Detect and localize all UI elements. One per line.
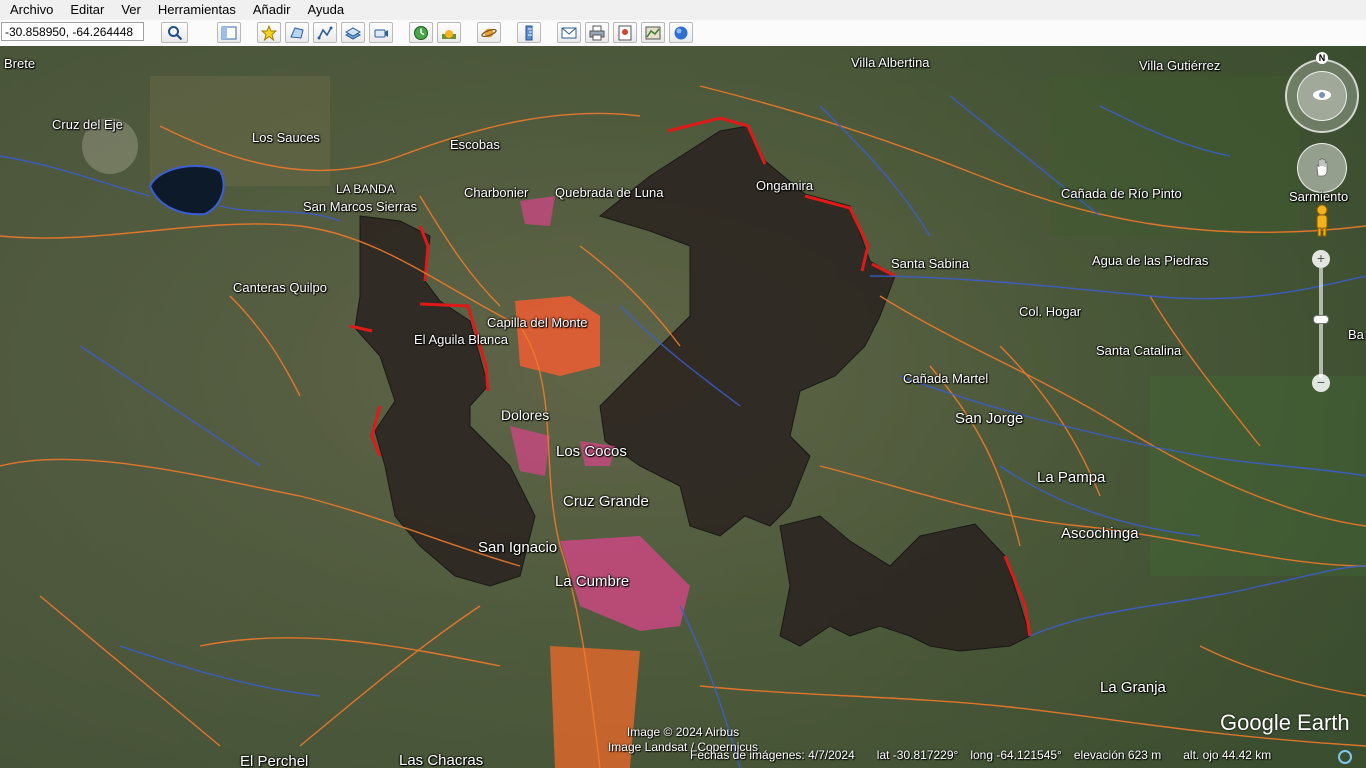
label-villa-albertina: Villa Albertina xyxy=(851,55,930,70)
label-el-perchel: El Perchel xyxy=(240,753,309,768)
google-earth-web-button[interactable] xyxy=(669,22,693,43)
save-image-button[interactable] xyxy=(613,22,637,43)
label-el-aguila-blanca: El Aguila Blanca xyxy=(414,332,508,347)
historical-imagery-button[interactable] xyxy=(409,22,433,43)
label-escobas: Escobas xyxy=(450,137,500,152)
label-quebrada-de-luna: Quebrada de Luna xyxy=(555,185,664,200)
zoom-slider[interactable]: + − xyxy=(1311,250,1331,394)
label-dolores: Dolores xyxy=(501,407,550,423)
label-canada-martel: Cañada Martel xyxy=(903,371,989,386)
record-tour-button[interactable] xyxy=(369,22,393,43)
label-los-cocos: Los Cocos xyxy=(556,443,627,460)
eye-icon xyxy=(1313,90,1331,100)
credit-airbus: Image © 2024 Airbus xyxy=(626,725,740,739)
imagery-date: Fechas de imágenes: 4/7/2024 xyxy=(690,748,855,762)
planets-button[interactable] xyxy=(477,22,501,43)
street-view-pegman-icon[interactable] xyxy=(1312,204,1332,238)
label-santa-sabina: Santa Sabina xyxy=(891,256,970,271)
move-joystick[interactable] xyxy=(1297,143,1347,193)
longitude: long -64.121545° xyxy=(970,748,1062,762)
map-view[interactable]: Brete Cruz del Eje Los Sauces Escobas Vi… xyxy=(0,46,1366,768)
label-san-marcos-sierras: San Marcos Sierras xyxy=(303,199,418,214)
zoom-in-button[interactable]: + xyxy=(1312,250,1330,268)
add-overlay-button[interactable] xyxy=(341,22,365,43)
sidebar-toggle-button[interactable] xyxy=(217,22,241,43)
historical-imagery-icon xyxy=(414,25,428,40)
label-las-chacras: Las Chacras xyxy=(399,752,484,768)
print-button[interactable] xyxy=(585,22,609,43)
menu-editar[interactable]: Editar xyxy=(60,0,111,20)
label-cruz-del-eje: Cruz del Eje xyxy=(52,117,123,132)
label-ongamira: Ongamira xyxy=(756,178,814,193)
label-la-pampa: La Pampa xyxy=(1037,469,1106,486)
label-capilla-del-monte: Capilla del Monte xyxy=(487,315,588,330)
toolbar xyxy=(0,20,1366,47)
look-joystick[interactable] xyxy=(1285,59,1359,133)
view-in-maps-button[interactable] xyxy=(641,22,665,43)
google-earth-logo: Google Earth xyxy=(1220,710,1350,735)
google-maps-icon xyxy=(645,26,661,39)
menu-anadir[interactable]: Añadir xyxy=(243,0,298,20)
search-icon xyxy=(167,25,182,40)
label-los-sauces: Los Sauces xyxy=(252,130,320,145)
label-canada-de-rio-pinto: Cañada de Río Pinto xyxy=(1061,186,1182,201)
status-bar: Fechas de imágenes: 4/7/2024 lat -30.817… xyxy=(686,748,1336,766)
label-santa-catalina: Santa Catalina xyxy=(1096,343,1182,358)
overlay-icon xyxy=(345,26,361,40)
ruler-button[interactable] xyxy=(517,22,541,43)
label-sarmiento: Sarmiento xyxy=(1289,189,1349,204)
label-brete: Brete xyxy=(4,56,36,71)
sidebar-toggle-icon xyxy=(221,26,237,39)
label-agua-de-las-piedras: Agua de las Piedras xyxy=(1092,253,1209,268)
label-la-granja: La Granja xyxy=(1100,679,1166,696)
path-icon xyxy=(317,26,333,39)
tour-icon xyxy=(374,29,388,37)
menu-ayuda[interactable]: Ayuda xyxy=(297,0,351,20)
label-canteras-quilpo: Canteras Quilpo xyxy=(233,280,327,295)
polygon-icon xyxy=(290,26,304,39)
search-input[interactable] xyxy=(1,22,144,41)
menu-bar: Archivo Editar Ver Herramientas Añadir A… xyxy=(0,0,1366,20)
print-icon xyxy=(589,25,605,40)
label-villa-gutierrez: Villa Gutiérrez xyxy=(1139,58,1221,73)
ruler-icon xyxy=(525,25,533,40)
label-ba: Ba xyxy=(1348,327,1364,342)
globe-icon xyxy=(674,26,688,39)
label-la-banda: LA BANDA xyxy=(336,182,395,196)
eye-altitude: alt. ojo 44.42 km xyxy=(1183,748,1272,762)
elevation: elevación 623 m xyxy=(1073,748,1162,762)
email-icon xyxy=(561,27,577,38)
label-san-ignacio: San Ignacio xyxy=(478,539,558,556)
sunlight-button[interactable] xyxy=(437,22,461,43)
label-cruz-grande: Cruz Grande xyxy=(563,493,649,510)
search-button[interactable] xyxy=(161,22,188,43)
email-button[interactable] xyxy=(557,22,581,43)
add-path-button[interactable] xyxy=(313,22,337,43)
label-charbonier: Charbonier xyxy=(464,185,529,200)
compass-north-label[interactable]: N xyxy=(1316,52,1328,64)
latitude: lat -30.817229° xyxy=(876,748,959,762)
menu-herramientas[interactable]: Herramientas xyxy=(148,0,243,20)
planets-icon xyxy=(481,28,497,37)
zoom-slider-handle[interactable] xyxy=(1313,315,1329,324)
satellite-imagery[interactable] xyxy=(0,46,1366,768)
add-placemark-button[interactable] xyxy=(257,22,281,43)
hand-icon xyxy=(1316,158,1328,177)
label-col-hogar: Col. Hogar xyxy=(1019,304,1082,319)
streaming-indicator-icon xyxy=(1338,750,1352,764)
menu-archivo[interactable]: Archivo xyxy=(0,0,60,20)
label-la-cumbre: La Cumbre xyxy=(555,573,630,590)
zoom-out-button[interactable]: − xyxy=(1312,374,1330,392)
placemark-icon xyxy=(261,24,277,41)
add-polygon-button[interactable] xyxy=(285,22,309,43)
save-image-icon xyxy=(618,25,632,40)
label-ascochinga: Ascochinga xyxy=(1061,525,1139,542)
menu-ver[interactable]: Ver xyxy=(111,0,148,20)
sun-icon xyxy=(442,29,456,39)
label-san-jorge: San Jorge xyxy=(955,410,1024,427)
